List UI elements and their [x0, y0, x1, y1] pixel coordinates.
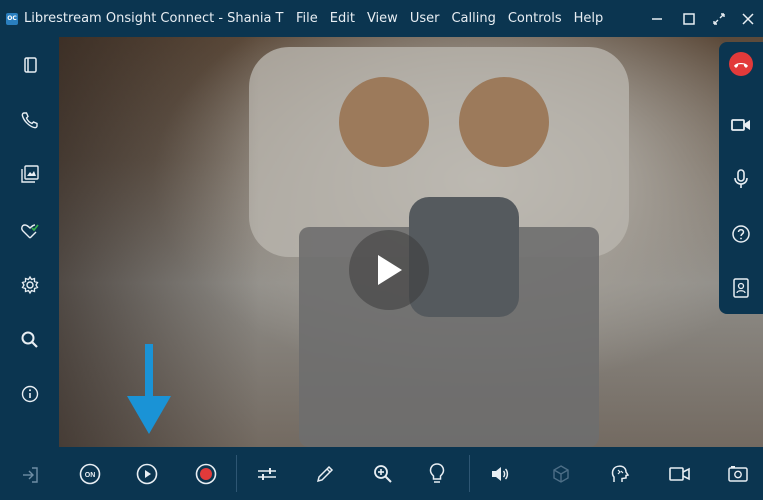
heart-check-icon: [20, 224, 39, 239]
play-icon: [136, 463, 158, 484]
pen-icon: [316, 465, 334, 482]
close-icon: [742, 12, 754, 25]
close-button[interactable]: [733, 0, 763, 37]
video-object-port: [339, 77, 429, 167]
left-sidebar: [0, 37, 59, 500]
sidebar-call-button[interactable]: [0, 98, 59, 142]
menu-help[interactable]: Help: [574, 11, 604, 26]
3d-model-button: [543, 447, 579, 500]
light-button[interactable]: [419, 447, 455, 500]
right-toolbar: [719, 42, 763, 314]
minimize-icon: [652, 17, 662, 20]
toolbar-separator: [236, 455, 237, 492]
app-icon: OC: [6, 12, 18, 25]
telestration-icon: [611, 464, 630, 482]
sidebar-search-button[interactable]: [0, 318, 59, 362]
settings-icon: [21, 275, 38, 295]
annotation-arrow-shaft: [145, 344, 153, 404]
menu-bar: File Edit View User Calling Controls Hel…: [296, 0, 615, 37]
sidebar-gallery-button[interactable]: [0, 152, 59, 196]
menu-view[interactable]: View: [367, 11, 398, 26]
maximize-icon: [683, 12, 695, 25]
toolbar-separator: [469, 455, 470, 492]
info-icon: [21, 385, 38, 403]
play-media-button[interactable]: [129, 447, 165, 500]
camera-button[interactable]: [662, 447, 698, 500]
sidebar-settings-button[interactable]: [0, 263, 59, 307]
menu-controls[interactable]: Controls: [508, 11, 562, 26]
speaker-button[interactable]: [482, 447, 518, 500]
phone-icon: [21, 112, 38, 129]
sidebar-exit-button[interactable]: [0, 453, 59, 497]
exit-icon: [22, 467, 38, 483]
panel-icon: [23, 57, 37, 73]
record-button[interactable]: [188, 447, 224, 500]
menu-file[interactable]: File: [296, 11, 318, 26]
sidebar-panel-button[interactable]: [0, 43, 59, 87]
video-object-port: [459, 77, 549, 167]
microphone-button[interactable]: [719, 157, 763, 201]
window-title: Librestream Onsight Connect - Shania T: [24, 11, 284, 26]
menu-edit[interactable]: Edit: [330, 11, 355, 26]
on-toggle-button[interactable]: ON: [72, 447, 108, 500]
draw-button[interactable]: [307, 447, 343, 500]
snapshot-button[interactable]: [720, 447, 756, 500]
fullscreen-icon: [713, 12, 725, 25]
video-toggle-button[interactable]: [719, 103, 763, 147]
fullscreen-button[interactable]: [704, 0, 734, 37]
sliders-icon: [258, 467, 276, 480]
speaker-icon: [492, 466, 509, 481]
contact-card-button[interactable]: [719, 266, 763, 310]
gallery-icon: [20, 165, 39, 183]
video-camera-icon: [731, 119, 750, 131]
video-shadow: [59, 37, 259, 447]
end-call-icon: [729, 52, 753, 76]
video-play-button[interactable]: [349, 230, 429, 310]
menu-user[interactable]: User: [410, 11, 440, 26]
title-bar: OC Librestream Onsight Connect - Shania …: [0, 0, 763, 37]
zoom-in-icon: [374, 464, 392, 483]
menu-calling[interactable]: Calling: [451, 11, 495, 26]
sidebar-favorites-button[interactable]: [0, 209, 59, 253]
on-toggle-icon: ON: [79, 463, 101, 484]
3d-cube-icon: [553, 464, 569, 483]
microphone-icon: [734, 169, 748, 188]
adjust-button[interactable]: [249, 447, 285, 500]
maximize-button[interactable]: [674, 0, 704, 37]
record-icon: [195, 463, 217, 484]
light-bulb-icon: [429, 462, 445, 483]
sidebar-info-button[interactable]: [0, 372, 59, 416]
help-button[interactable]: [719, 212, 763, 256]
search-icon: [21, 331, 38, 348]
zoom-in-button[interactable]: [365, 447, 401, 500]
on-label: ON: [85, 472, 96, 479]
annotation-arrow-head: [127, 396, 171, 434]
video-feed[interactable]: [59, 37, 763, 447]
play-icon: [378, 255, 402, 285]
help-icon: [732, 225, 750, 243]
minimize-button[interactable]: [642, 0, 672, 37]
end-call-button[interactable]: [719, 42, 763, 86]
camera-icon: [669, 466, 690, 481]
telestration-button[interactable]: [603, 447, 639, 500]
contact-card-icon: [733, 278, 749, 298]
bottom-toolbar: ON: [59, 447, 763, 500]
snapshot-icon: [728, 465, 748, 482]
